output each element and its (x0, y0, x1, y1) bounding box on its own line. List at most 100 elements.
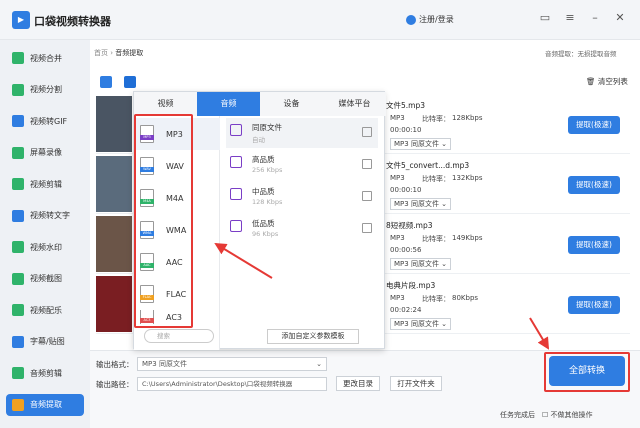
sidebar-item-icon (12, 241, 24, 253)
close-icon[interactable]: ✕ (612, 10, 628, 26)
add-template-button[interactable]: 添加自定义参数模板 (267, 329, 359, 344)
file-duration: 00:00:56 (390, 246, 422, 254)
after-done-label: 任务完成后 (500, 411, 535, 419)
sidebar-item[interactable]: 视频配乐 (6, 299, 84, 321)
sidebar-item-icon (12, 146, 24, 159)
music-note-icon (230, 156, 242, 168)
add-folder-icon[interactable] (124, 76, 136, 88)
file-bitrate: 149Kbps (452, 234, 483, 242)
output-format-value: MP3 同原文件 (142, 360, 187, 368)
quality-name: 低品质 (252, 219, 275, 228)
file-duration: 00:02:24 (390, 306, 422, 314)
file-quality-select[interactable]: MP3 同原文件 ⌄ (390, 138, 452, 150)
sidebar-item[interactable]: 视频合并 (6, 47, 84, 69)
file-quality-select[interactable]: MP3 同原文件 ⌄ (390, 318, 452, 330)
music-note-icon (230, 220, 242, 232)
sidebar-item-icon (12, 398, 24, 411)
app-logo-icon: ▶ (12, 11, 30, 29)
file-duration: 00:00:10 (390, 186, 422, 194)
file-quality-select[interactable]: MP3 同原文件 ⌄ (390, 258, 452, 270)
edit-icon[interactable] (362, 223, 372, 233)
output-path-label: 输出路径： (96, 380, 134, 389)
popup-tab[interactable]: 媒体平台 (323, 92, 386, 116)
output-path-field[interactable]: C:\Users\Administrator\Desktop\口袋视频转换器 (137, 377, 327, 391)
extract-button[interactable]: 提取(极速) (568, 236, 620, 254)
sidebar-item[interactable]: 视频转GIF (6, 110, 84, 132)
sidebar-item-label: 音频剪辑 (30, 368, 62, 378)
add-file-icon[interactable] (100, 76, 112, 88)
sidebar-item[interactable]: 屏幕录像 (6, 142, 84, 164)
popup-tab[interactable]: 音频 (197, 92, 260, 116)
sidebar-item[interactable]: 字幕/贴图 (6, 331, 84, 353)
file-name: 电典片段.mp3 (386, 281, 436, 290)
quality-option[interactable]: 中品质 128 Kbps (226, 182, 378, 212)
file-quality: 同原文件 (410, 260, 439, 268)
sidebar-item[interactable]: 音频提取 (6, 393, 84, 416)
sidebar-item[interactable]: 音频剪辑 (6, 362, 84, 384)
format-list-highlight (134, 114, 193, 328)
extract-button[interactable]: 提取(极速) (568, 176, 620, 194)
sidebar-item[interactable]: 视频水印 (6, 236, 84, 258)
file-bitrate: 132Kbps (452, 174, 483, 182)
file-format: MP3 (390, 114, 405, 122)
sidebar-item[interactable]: 视频转文字 (6, 205, 84, 227)
file-quality: 同原文件 (410, 200, 439, 208)
minimize-icon[interactable]: – (587, 10, 603, 26)
sidebar-item-label: 视频剪辑 (30, 179, 62, 189)
bitrate-label: 比特率： (422, 115, 450, 123)
login-label: 注册/登录 (419, 15, 454, 24)
file-thumbnail (96, 216, 132, 272)
file-thumbnail (96, 96, 132, 152)
user-icon (406, 14, 416, 25)
file-duration: 00:00:10 (390, 126, 422, 134)
file-quality: 同原文件 (410, 140, 439, 148)
folder-icon[interactable]: ▭ (537, 10, 553, 26)
file-quality: 同原文件 (410, 320, 439, 328)
breadcrumb-home[interactable]: 首页 (94, 49, 108, 57)
login-link[interactable]: 注册/登录 (406, 14, 454, 25)
sidebar-item[interactable]: 视频分割 (6, 79, 84, 101)
sidebar-item-label: 视频截图 (30, 274, 62, 283)
breadcrumb: 首页 › 音频提取 (94, 49, 144, 57)
output-format-label: 输出格式： (96, 360, 134, 369)
quality-option[interactable]: 同原文件 自动 (226, 118, 378, 148)
sidebar: 视频合并视频分割视频转GIF 屏幕录像视频剪辑视频转文字视频水印视频截图视频配乐字… (0, 40, 90, 428)
sidebar-item-label: 视频配乐 (30, 305, 62, 315)
open-folder-button[interactable]: 打开文件夹 (390, 376, 442, 391)
after-done-checkbox[interactable]: ☐ (542, 411, 548, 419)
format-search-input[interactable]: 搜索 (144, 329, 214, 343)
clear-list-button[interactable]: 🗑 清空列表 (586, 76, 628, 87)
extract-button[interactable]: 提取(极速) (568, 116, 620, 134)
quality-option[interactable]: 高品质 256 Kbps (226, 150, 378, 180)
menu-icon[interactable]: ≡ (562, 10, 578, 26)
edit-icon[interactable] (362, 127, 372, 137)
popup-tab[interactable]: 设备 (260, 92, 323, 116)
edit-icon[interactable] (362, 159, 372, 169)
sidebar-item-icon (12, 367, 24, 379)
file-quality-select[interactable]: MP3 同原文件 ⌄ (390, 198, 452, 210)
quality-bitrate: 256 Kbps (252, 166, 283, 174)
change-dir-button[interactable]: 更改目录 (336, 376, 380, 391)
bitrate-label: 比特率： (422, 295, 450, 303)
format-hint: 音频提取：无损提取音频 (545, 50, 617, 58)
bitrate-label: 比特率： (422, 235, 450, 243)
output-format-select[interactable]: MP3 同原文件 ⌄ (137, 357, 327, 371)
sidebar-item-label: 视频合并 (30, 53, 62, 63)
sidebar-item-icon (12, 52, 24, 64)
sidebar-item-icon (12, 272, 24, 285)
extract-button[interactable]: 提取(极速) (568, 296, 620, 314)
quality-option[interactable]: 低品质 96 Kbps (226, 214, 378, 244)
sidebar-item-label: 视频转GIF (30, 116, 68, 126)
sidebar-item[interactable]: 视频截图 (6, 268, 84, 290)
file-thumbnail (96, 276, 132, 332)
file-bitrate: 128Kbps (452, 114, 483, 122)
file-format: MP3 (390, 174, 405, 182)
bitrate-label: 比特率： (422, 175, 450, 183)
after-done-option: 不做其他操作 (550, 411, 593, 419)
sidebar-item-label: 视频分割 (30, 85, 62, 94)
sidebar-item[interactable]: 视频剪辑 (6, 173, 84, 195)
edit-icon[interactable] (362, 191, 372, 201)
popup-tab[interactable]: 视频 (134, 92, 197, 116)
file-format: MP3 (390, 234, 405, 242)
sidebar-item-label: 音频提取 (30, 400, 62, 409)
